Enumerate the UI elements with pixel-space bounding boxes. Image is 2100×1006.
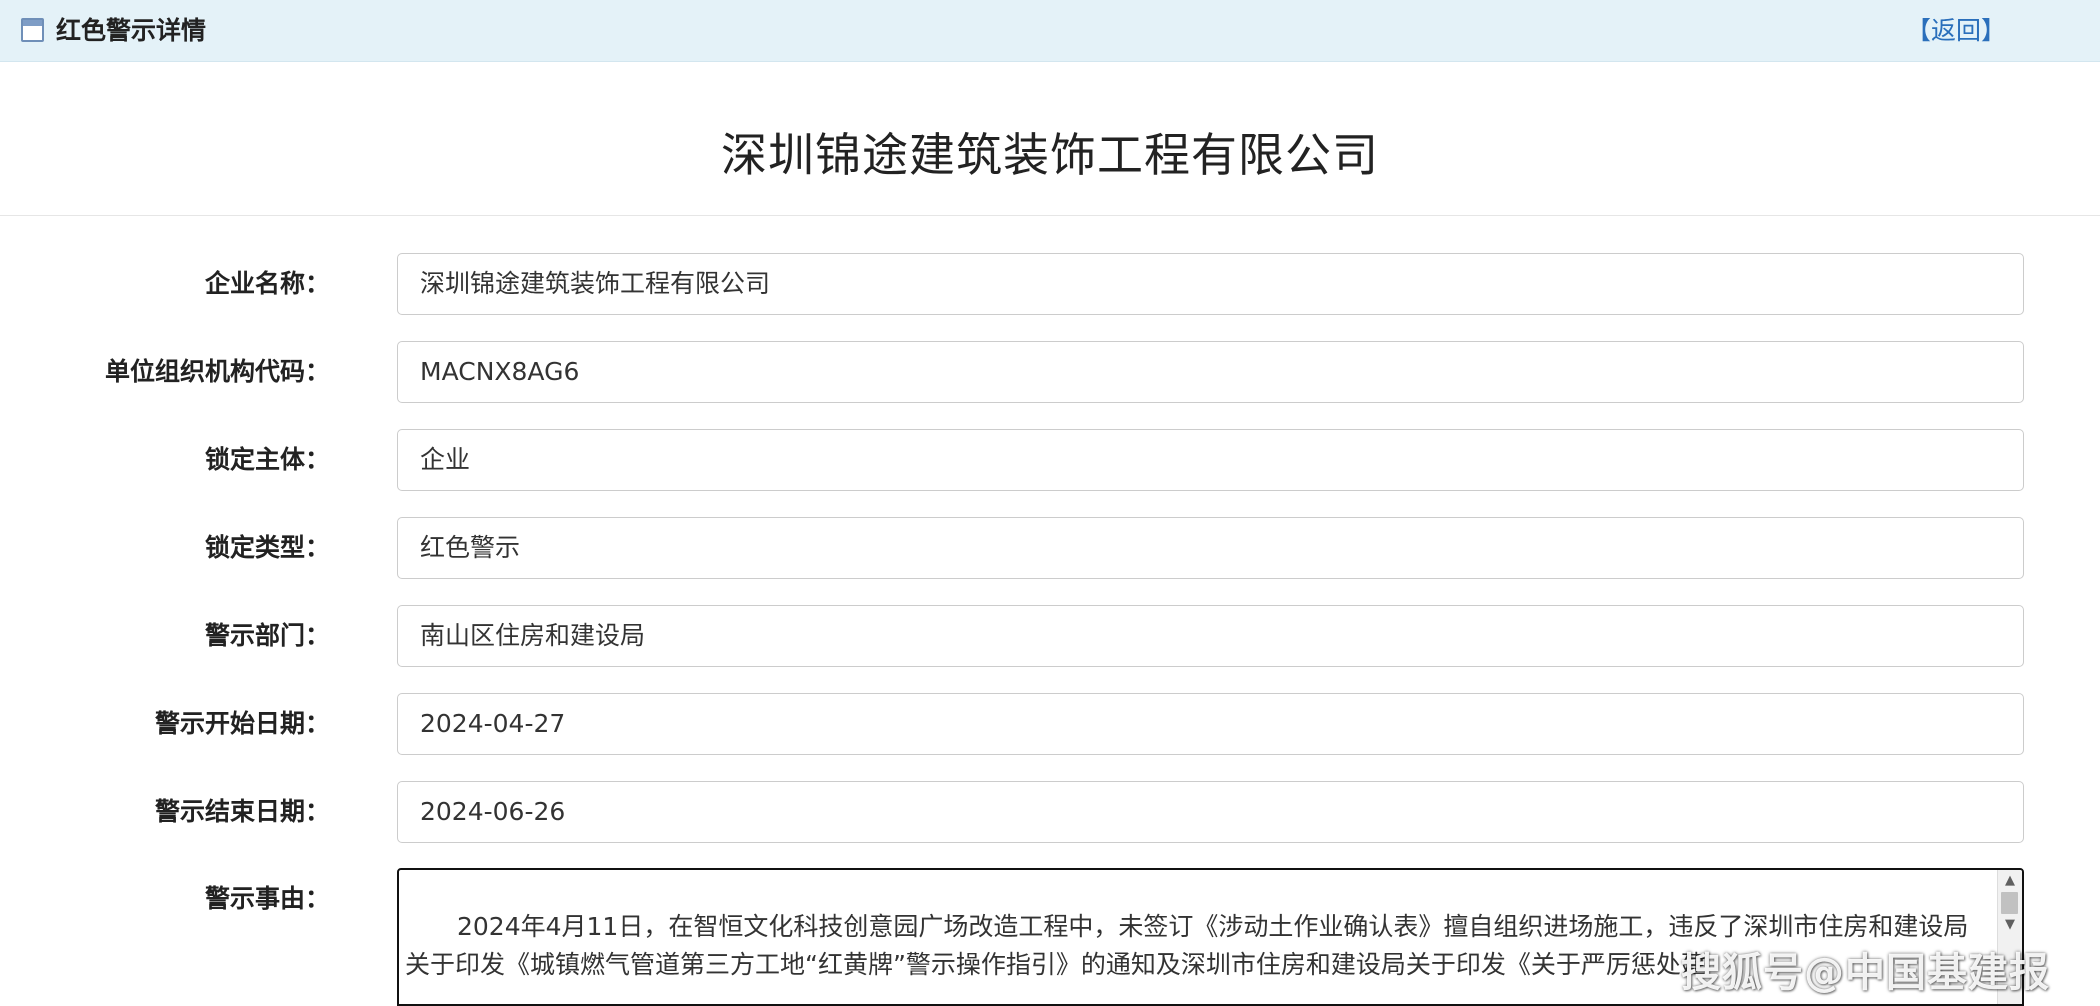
form-row-warning-dept: 警示部门： 南山区住房和建设局 xyxy=(0,605,2100,667)
reason-label: 警示事由： xyxy=(204,884,330,913)
company-name-label: 企业名称： xyxy=(204,269,330,298)
divider xyxy=(0,215,2100,216)
start-date-label: 警示开始日期： xyxy=(154,709,330,738)
watermark: 搜狐号@中国基建报 xyxy=(1681,950,2050,996)
back-link[interactable]: 【返回】 xyxy=(1906,14,2006,48)
form-row-start-date: 警示开始日期： 2024-04-27 xyxy=(0,693,2100,755)
scroll-down-arrow-icon[interactable]: ▼ xyxy=(1998,916,2022,934)
scroll-up-arrow-icon[interactable]: ▲ xyxy=(1998,872,2022,890)
form-row-lock-subject: 锁定主体： 企业 xyxy=(0,429,2100,491)
lock-subject-label: 锁定主体： xyxy=(204,445,330,474)
form-row-end-date: 警示结束日期： 2024-06-26 xyxy=(0,781,2100,843)
end-date-field[interactable]: 2024-06-26 xyxy=(397,781,2024,843)
lock-type-field[interactable]: 红色警示 xyxy=(397,517,2024,579)
org-code-label: 单位组织机构代码： xyxy=(104,357,330,386)
lock-type-label: 锁定类型： xyxy=(204,533,330,562)
page-window-icon xyxy=(21,18,44,42)
scroll-thumb[interactable] xyxy=(2001,892,2018,914)
company-heading: 深圳锦途建筑装饰工程有限公司 xyxy=(721,128,1379,182)
form-row-org-code: 单位组织机构代码： MACNX8AG6 xyxy=(0,341,2100,403)
org-code-field[interactable]: MACNX8AG6 xyxy=(397,341,2024,403)
form-row-lock-type: 锁定类型： 红色警示 xyxy=(0,517,2100,579)
lock-subject-field[interactable]: 企业 xyxy=(397,429,2024,491)
warning-dept-label: 警示部门： xyxy=(204,621,330,650)
end-date-label: 警示结束日期： xyxy=(154,797,330,826)
form-row-company-name: 企业名称： 深圳锦途建筑装饰工程有限公司 xyxy=(0,253,2100,315)
company-name-field[interactable]: 深圳锦途建筑装饰工程有限公司 xyxy=(397,253,2024,315)
header-bar: 红色警示详情 【返回】 xyxy=(0,0,2100,62)
warning-dept-field[interactable]: 南山区住房和建设局 xyxy=(397,605,2024,667)
start-date-field[interactable]: 2024-04-27 xyxy=(397,693,2024,755)
page-title: 红色警示详情 xyxy=(56,16,207,45)
